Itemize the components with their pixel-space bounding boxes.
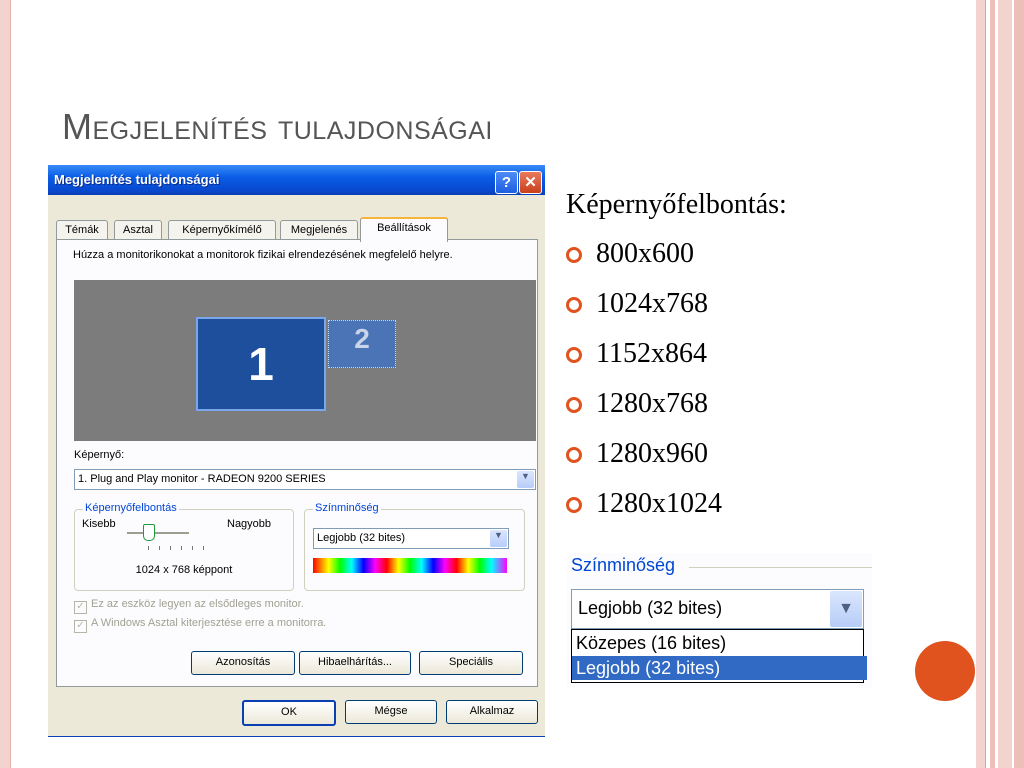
slider-tick xyxy=(181,546,182,550)
monitor-1-icon[interactable]: 1 xyxy=(196,317,326,411)
bullet-icon xyxy=(566,347,582,363)
advanced-button[interactable]: Speciális xyxy=(419,651,523,675)
tab-themes[interactable]: Témák xyxy=(56,220,108,240)
slider-tick xyxy=(159,546,160,550)
screen-select[interactable]: 1. Plug and Play monitor - RADEON 9200 S… xyxy=(74,469,536,490)
slider-tick xyxy=(192,546,193,550)
chevron-down-icon[interactable]: ▼ xyxy=(490,530,507,547)
slider-tick xyxy=(148,546,149,550)
color-spectrum-bar xyxy=(313,558,507,573)
bullet-icon xyxy=(566,247,582,263)
dialog-title: Megjelenítés tulajdonságai xyxy=(54,172,220,187)
inset-group-line xyxy=(689,567,872,568)
tab-desktop[interactable]: Asztal xyxy=(114,220,162,240)
color-quality-group: Színminőség Legjobb (32 bites) ▼ xyxy=(304,502,525,591)
slide-title: Megjelenítés tulajdonságai xyxy=(62,106,493,147)
inset-color-select[interactable]: Legjobb (32 bites) ▼ xyxy=(571,589,864,629)
extend-desktop-checkbox[interactable]: ✓ A Windows Asztal kiterjesztése erre a m… xyxy=(74,617,326,633)
bullet-icon xyxy=(566,397,582,413)
chevron-down-icon[interactable]: ▼ xyxy=(517,471,534,488)
cancel-button[interactable]: Mégse xyxy=(345,700,437,724)
apply-button[interactable]: Alkalmaz xyxy=(446,700,538,724)
close-button[interactable]: ✕ xyxy=(519,171,542,194)
larger-label: Nagyobb xyxy=(227,518,272,530)
list-item: 1280x960 xyxy=(566,436,722,486)
resolution-group-label: Képernyőfelbontás xyxy=(83,502,179,514)
tab-screensaver[interactable]: Képernyőkímélő xyxy=(168,220,276,240)
dropdown-option-32bit[interactable]: Legjobb (32 bites) xyxy=(572,656,867,680)
troubleshoot-button[interactable]: Hibaelhárítás... xyxy=(299,651,411,675)
resolution-list: 800x600 1024x768 1152x864 1280x768 1280x… xyxy=(566,236,722,536)
bullet-icon xyxy=(566,447,582,463)
inset-dropdown-list: Közepes (16 bites) Legjobb (32 bites) xyxy=(571,629,867,683)
inset-group-label: Színminőség xyxy=(571,555,676,575)
settings-panel: Húzza a monitorikonokat a monitorok fizi… xyxy=(56,239,538,687)
dialog-titlebar[interactable]: Megjelenítés tulajdonságai ? ✕ xyxy=(48,165,545,195)
monitor-2-icon[interactable]: 2 xyxy=(328,320,396,368)
resolution-heading: Képernyőfelbontás: xyxy=(566,189,787,220)
smaller-label: Kisebb xyxy=(82,518,116,530)
decorative-circle xyxy=(915,641,975,701)
list-item: 800x600 xyxy=(566,236,722,286)
slide-left-border xyxy=(0,0,11,768)
screen-label: Képernyő: xyxy=(74,449,125,461)
list-item: 1152x864 xyxy=(566,336,722,386)
help-button[interactable]: ? xyxy=(495,171,518,194)
color-quality-zoom-inset: Színminőség Legjobb (32 bites) ▼ Közepes… xyxy=(567,553,872,688)
identify-button[interactable]: Azonosítás xyxy=(191,651,295,675)
resolution-slider-track[interactable] xyxy=(127,532,189,534)
color-quality-group-label: Színminőség xyxy=(313,502,381,514)
color-quality-select[interactable]: Legjobb (32 bites) ▼ xyxy=(313,528,509,549)
monitor-arrangement-area[interactable]: 1 2 xyxy=(74,280,536,441)
checkmark-icon: ✓ xyxy=(74,620,87,633)
primary-monitor-checkbox[interactable]: ✓ Ez az eszköz legyen az elsődleges monit… xyxy=(74,598,304,614)
bullet-icon xyxy=(566,497,582,513)
checkmark-icon: ✓ xyxy=(74,601,87,614)
tab-settings[interactable]: Beállítások xyxy=(360,217,448,242)
dropdown-option-16bit[interactable]: Közepes (16 bites) xyxy=(572,631,867,655)
bullet-icon xyxy=(566,297,582,313)
slider-tick xyxy=(203,546,204,550)
display-properties-dialog: Megjelenítés tulajdonságai ? ✕ Témák Asz… xyxy=(48,165,545,736)
resolution-slider-thumb[interactable] xyxy=(143,524,155,541)
list-item: 1024x768 xyxy=(566,286,722,336)
list-item: 1280x768 xyxy=(566,386,722,436)
chevron-down-icon[interactable]: ▼ xyxy=(830,591,862,627)
resolution-value-text: 1024 x 768 képpont xyxy=(135,564,233,576)
ok-button[interactable]: OK xyxy=(242,700,336,726)
slide-right-border xyxy=(976,0,1024,768)
instruction-text: Húzza a monitorikonokat a monitorok fizi… xyxy=(73,249,453,261)
list-item: 1280x1024 xyxy=(566,486,722,536)
resolution-group: Képernyőfelbontás Kisebb Nagyobb 1024 x … xyxy=(74,502,294,591)
slider-tick xyxy=(170,546,171,550)
tab-appearance[interactable]: Megjelenés xyxy=(280,220,358,240)
